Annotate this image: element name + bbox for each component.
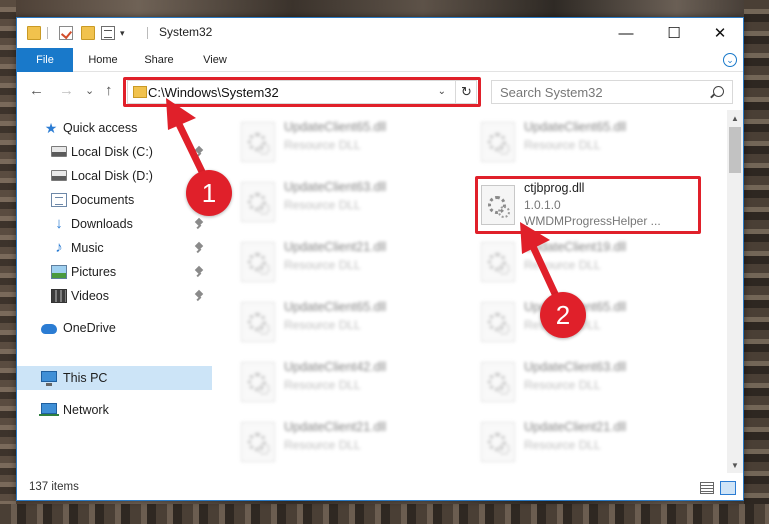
step-2-badge: 2 — [540, 292, 586, 338]
annotation-arrows — [166, 98, 560, 300]
step-1-badge: 1 — [186, 170, 232, 216]
arrow-2-shaft — [526, 236, 560, 300]
